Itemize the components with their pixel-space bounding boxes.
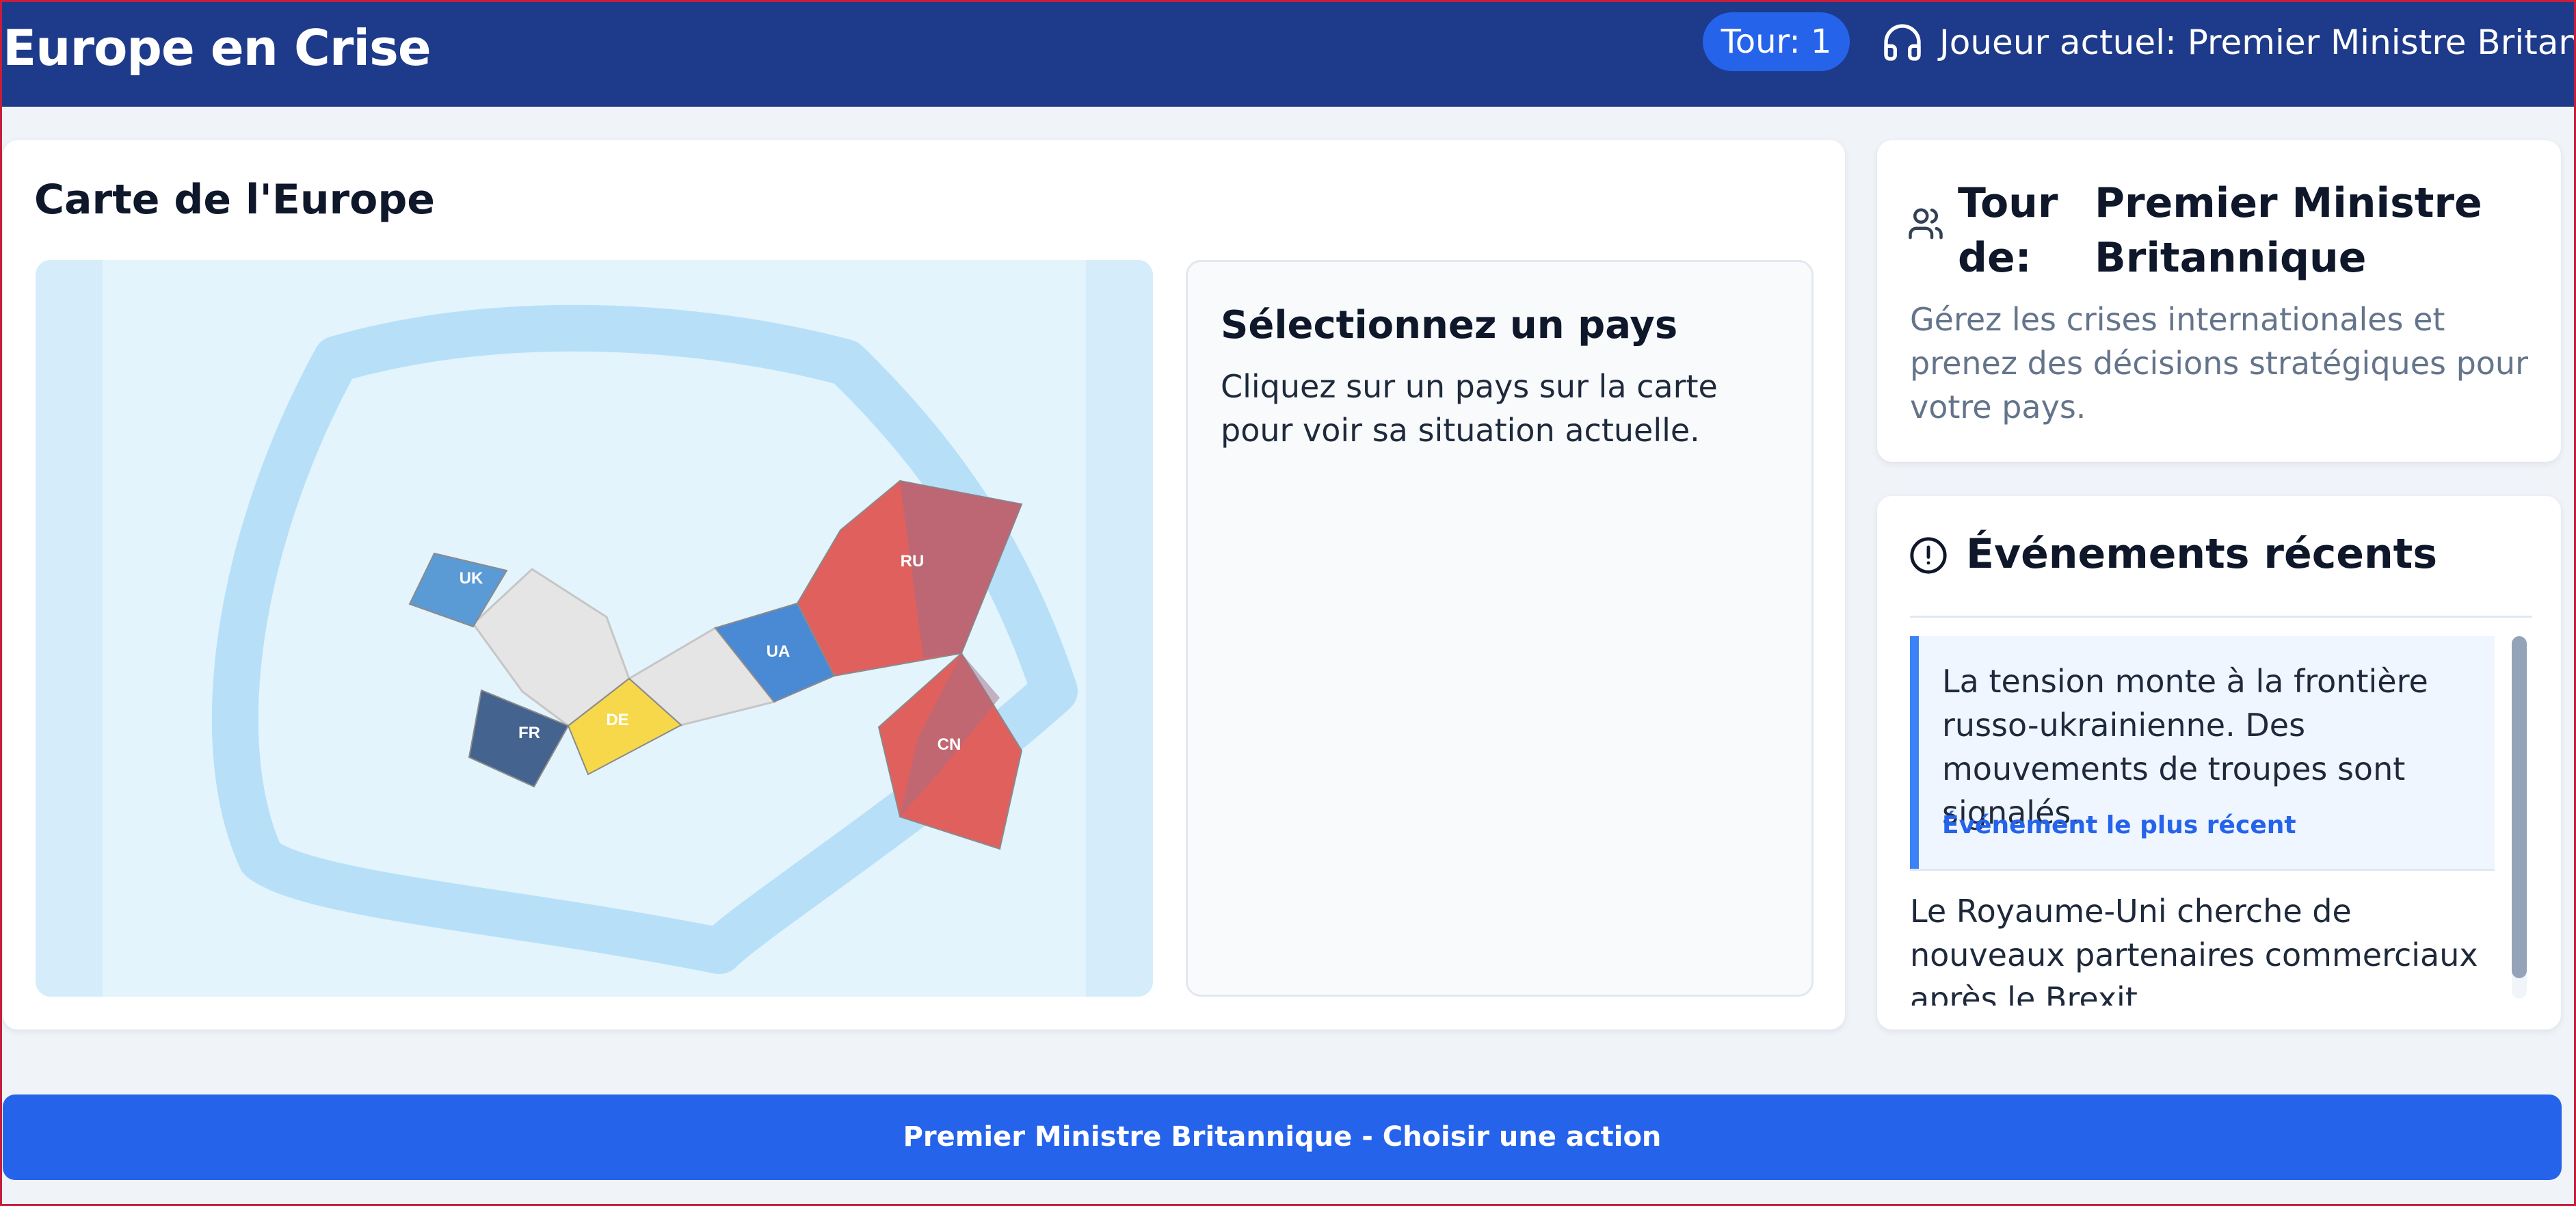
alert-circle-icon (1910, 537, 1947, 574)
map-title: Carte de l'Europe (34, 176, 435, 224)
country-label-ru: RU (901, 552, 925, 571)
info-panel-title: Sélectionnez un pays (1221, 303, 1678, 348)
event-recent-tag: Événement le plus récent (1942, 811, 2296, 839)
event-item-recent: La tension monte à la frontière russo-uk… (1910, 636, 2495, 869)
headphones-icon (1884, 24, 1921, 61)
country-label-cn: CN (938, 735, 961, 754)
top-bar: Europe en Crise Tour: 1 Joueur actuel: P… (0, 0, 2576, 107)
info-panel-text: Cliquez sur un pays sur la carte pour vo… (1221, 368, 1718, 449)
turn-prefix: Tour de: (1958, 179, 2058, 282)
map-svg: UK FR DE UA RU CN (211, 304, 1078, 974)
users-icon (1909, 208, 1943, 239)
events-divider (1910, 616, 2532, 618)
country-label-ua: UA (767, 642, 791, 661)
choose-action-button[interactable]: Premier Ministre Britannique - Choisir u… (3, 1094, 2562, 1180)
tour-badge: Tour: 1 (1703, 12, 1850, 71)
country-label-fr: FR (518, 724, 540, 742)
europe-map: UK FR DE UA RU CN (36, 260, 1153, 997)
turn-description: Gérez les crises internationales et pren… (1910, 301, 2528, 425)
current-player-label: Joueur actuel: Premier Ministre Britanni… (1939, 23, 2576, 62)
events-scrollbar[interactable] (2512, 636, 2527, 999)
app-title: Europe en Crise (3, 19, 431, 77)
events-title: Événements récents (1966, 530, 2438, 578)
turn-card: Tour de: Premier Ministre Britannique Gé… (1877, 140, 2561, 462)
country-label-uk: UK (460, 569, 483, 588)
map-card: Carte de l'Europe UK FR DE UA RU CN Séle… (3, 140, 1845, 1030)
event-item: Le Royaume-Uni cherche de nouveaux parte… (1910, 893, 2478, 1006)
events-list[interactable]: La tension monte à la frontière russo-uk… (1910, 636, 2498, 1006)
turn-player-name: Premier Ministre Britannique (2095, 179, 2482, 282)
event-separator (1910, 869, 2495, 871)
events-card: Événements récents La tension monte à la… (1877, 496, 2561, 1030)
event-text: La tension monte à la frontière russo-uk… (1942, 663, 2428, 831)
events-scrollbar-thumb[interactable] (2512, 636, 2527, 978)
country-label-de: DE (606, 711, 628, 729)
country-info-panel: Sélectionnez un pays Cliquez sur un pays… (1186, 260, 1814, 997)
